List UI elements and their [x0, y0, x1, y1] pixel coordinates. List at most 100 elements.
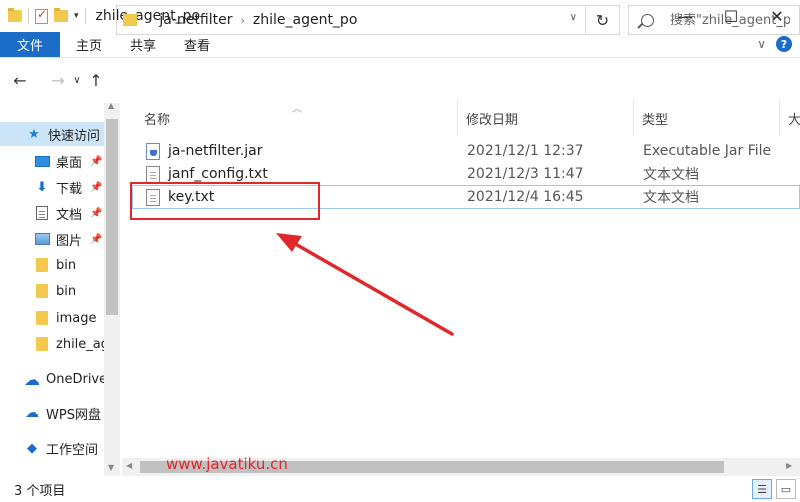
- sidebar-item-onedrive[interactable]: ☁ OneDrive: [0, 367, 104, 391]
- star-icon: ★: [28, 126, 40, 142]
- sidebar-item-label: 文档: [56, 207, 83, 223]
- sidebar-item-label: 快速访问: [48, 128, 101, 144]
- file-date: 2021/12/1 12:37: [467, 143, 584, 159]
- file-type: Executable Jar File: [643, 143, 772, 159]
- recent-locations-dropdown[interactable]: ∨: [70, 75, 84, 86]
- quick-access-toolbar: ▾: [0, 7, 86, 24]
- scroll-up-arrow[interactable]: ▲: [108, 101, 114, 110]
- sidebar-item-label: 工作空间: [46, 442, 99, 458]
- tab-home[interactable]: 主页: [60, 32, 116, 57]
- divider: [28, 8, 29, 24]
- sidebar-scroll-thumb[interactable]: [106, 119, 118, 315]
- folder-icon: [34, 337, 50, 351]
- column-label: 名称: [144, 112, 171, 128]
- scroll-down-arrow[interactable]: ▼: [108, 463, 114, 472]
- up-button[interactable]: ↑: [84, 71, 108, 90]
- sidebar-item-label: bin: [56, 257, 77, 273]
- sidebar-item-pictures[interactable]: 图片 📌: [0, 227, 104, 251]
- breadcrumb-item[interactable]: ja-netfilter: [159, 12, 232, 28]
- file-date: 2021/12/3 11:47: [467, 166, 584, 182]
- large-icons-view-icon[interactable]: ▭: [776, 479, 796, 499]
- watermark: www.javatiku.cn: [166, 455, 288, 473]
- picture-icon: [34, 232, 50, 246]
- details-view-icon[interactable]: ☰: [752, 479, 772, 499]
- expand-ribbon-icon[interactable]: ∨: [757, 37, 766, 51]
- customize-toolbar-dropdown[interactable]: ▾: [74, 11, 79, 21]
- scroll-left-arrow[interactable]: ◀: [126, 461, 132, 470]
- new-folder-icon[interactable]: [54, 8, 68, 22]
- desktop-icon: [34, 154, 50, 168]
- file-type: 文本文档: [643, 190, 699, 206]
- column-label: 修改日期: [466, 112, 519, 128]
- sidebar-item-image[interactable]: image: [0, 306, 104, 330]
- folder-icon: [123, 14, 137, 26]
- sidebar-item-desktop[interactable]: 桌面 📌: [0, 149, 104, 173]
- sidebar-item-label: image: [56, 310, 97, 326]
- help-icon[interactable]: ?: [776, 36, 792, 52]
- column-label: 类型: [642, 112, 669, 128]
- column-label: 大小: [788, 112, 800, 128]
- annotation-highlight-box: [130, 182, 320, 220]
- file-name: ja-netfilter.jar: [168, 143, 263, 159]
- wps-cloud-icon: ☁: [25, 405, 39, 421]
- sidebar-item-zhile-agent-po[interactable]: zhile_agent_po: [0, 332, 104, 356]
- file-name-cell: ja-netfilter.jar: [146, 139, 262, 163]
- sidebar-item-label: WPS网盘: [46, 407, 101, 423]
- sidebar-item-label: 图片: [56, 233, 83, 249]
- jar-file-icon: [146, 142, 160, 160]
- breadcrumb-separator[interactable]: ›: [147, 14, 151, 27]
- sidebar-scrollbar[interactable]: ▲ ▼: [104, 101, 120, 476]
- text-file-icon: [146, 165, 160, 183]
- workspace-icon: ◆: [27, 440, 37, 456]
- sidebar-item-workspace[interactable]: ◆ 工作空间: [0, 436, 104, 460]
- folder-icon[interactable]: [8, 8, 22, 22]
- address-dropdown[interactable]: ∨: [570, 12, 577, 23]
- search-box[interactable]: [628, 5, 800, 35]
- breadcrumb-separator[interactable]: ›: [240, 14, 244, 27]
- file-list: ︿ 名称 修改日期 类型 大小 ja-netfilter.jar 2021/12…: [122, 100, 800, 476]
- back-button[interactable]: ←: [8, 71, 32, 90]
- folder-icon: [34, 258, 50, 272]
- column-header-type[interactable]: 类型: [634, 100, 780, 136]
- sidebar-item-label: bin: [56, 283, 77, 299]
- folder-icon: [34, 284, 50, 298]
- view-toggle: ☰ ▭: [752, 479, 796, 499]
- tab-view[interactable]: 查看: [170, 32, 224, 57]
- sidebar-item-bin[interactable]: bin: [0, 253, 104, 277]
- search-input[interactable]: [670, 12, 790, 28]
- forward-button[interactable]: →: [46, 71, 70, 90]
- scroll-right-arrow[interactable]: ▶: [786, 461, 792, 470]
- tab-file[interactable]: 文件: [0, 32, 60, 57]
- navigation-pane: ★ 快速访问 桌面 📌 ⬇ 下载 📌 文档 📌 图片 📌 bin bin ima…: [0, 103, 104, 476]
- download-icon: ⬇: [36, 179, 48, 195]
- column-header-date[interactable]: 修改日期: [458, 100, 634, 136]
- pin-icon[interactable]: 📌: [90, 234, 102, 245]
- pin-icon[interactable]: 📌: [90, 182, 102, 193]
- document-icon: [34, 206, 50, 220]
- divider: [84, 8, 86, 24]
- file-name: janf_config.txt: [168, 166, 268, 182]
- pin-icon[interactable]: 📌: [90, 156, 102, 167]
- tab-share[interactable]: 共享: [116, 32, 170, 57]
- sidebar-item-bin[interactable]: bin: [0, 279, 104, 303]
- sidebar-item-downloads[interactable]: ⬇ 下载 📌: [0, 175, 104, 199]
- ribbon-tabs: 文件 主页 共享 查看 ∨ ?: [0, 32, 800, 58]
- ribbon-right: ∨ ?: [757, 36, 792, 52]
- sidebar-item-label: 桌面: [56, 155, 83, 171]
- file-date: 2021/12/4 16:45: [467, 189, 584, 205]
- sidebar-item-wps-cloud[interactable]: ☁ WPS网盘: [0, 401, 104, 425]
- onedrive-icon: ☁: [24, 369, 40, 389]
- refresh-button[interactable]: ↻: [586, 5, 620, 35]
- properties-icon[interactable]: [35, 7, 48, 24]
- sidebar-item-documents[interactable]: 文档 📌: [0, 201, 104, 225]
- breadcrumb-item[interactable]: zhile_agent_po: [253, 12, 358, 28]
- column-header-name[interactable]: 名称: [136, 100, 458, 136]
- table-row[interactable]: ja-netfilter.jar 2021/12/1 12:37 Executa…: [132, 139, 800, 163]
- column-headers: ︿ 名称 修改日期 类型 大小: [122, 100, 800, 136]
- status-bar: 3 个项目 ☰ ▭: [0, 476, 800, 502]
- column-header-size[interactable]: 大小: [780, 100, 800, 136]
- address-bar[interactable]: › ja-netfilter › zhile_agent_po ∨: [116, 5, 586, 35]
- navigation-bar: ← → ∨ ↑: [0, 60, 800, 100]
- pin-icon[interactable]: 📌: [90, 208, 102, 219]
- sidebar-item-quick-access[interactable]: ★ 快速访问: [0, 122, 104, 146]
